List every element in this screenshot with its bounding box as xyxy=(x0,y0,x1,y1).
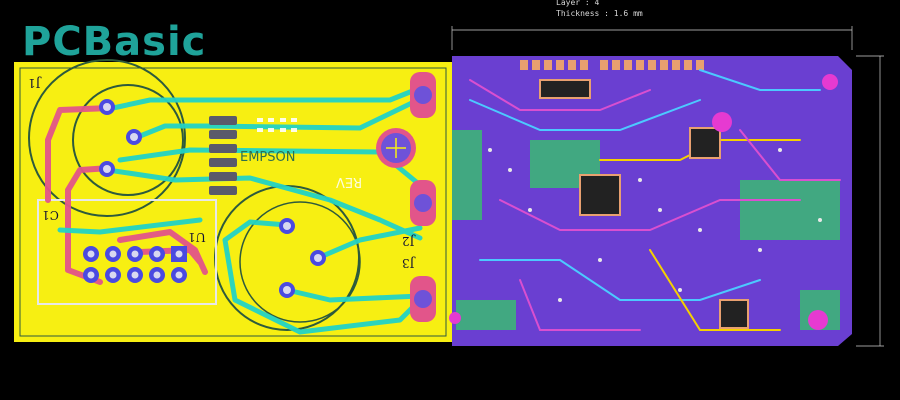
ref-j3: J3 xyxy=(402,256,415,270)
via-pad xyxy=(279,218,295,234)
layer-count-label: Layer : 4 xyxy=(556,0,600,7)
right-pcb-board xyxy=(449,26,884,347)
via-pad xyxy=(310,250,326,266)
ref-c1: C1 xyxy=(42,208,59,222)
brand-logo: PCBasic xyxy=(22,19,207,65)
silk-text-2: REV xyxy=(336,174,363,189)
layer-info: Layer : 4 Thickness : 1.6 mm xyxy=(556,0,643,19)
via-pad xyxy=(99,99,115,115)
ref-u1: U1 xyxy=(188,230,206,244)
via-pad xyxy=(126,129,142,145)
ref-j1: J1 xyxy=(28,76,41,90)
board-thickness-label: Thickness : 1.6 mm xyxy=(556,9,643,18)
ref-j2: J2 xyxy=(402,234,415,248)
silk-text-1: EMPSON xyxy=(240,150,296,165)
left-pcb-board xyxy=(14,59,452,342)
via-pad xyxy=(279,282,295,298)
via-pad xyxy=(99,161,115,177)
